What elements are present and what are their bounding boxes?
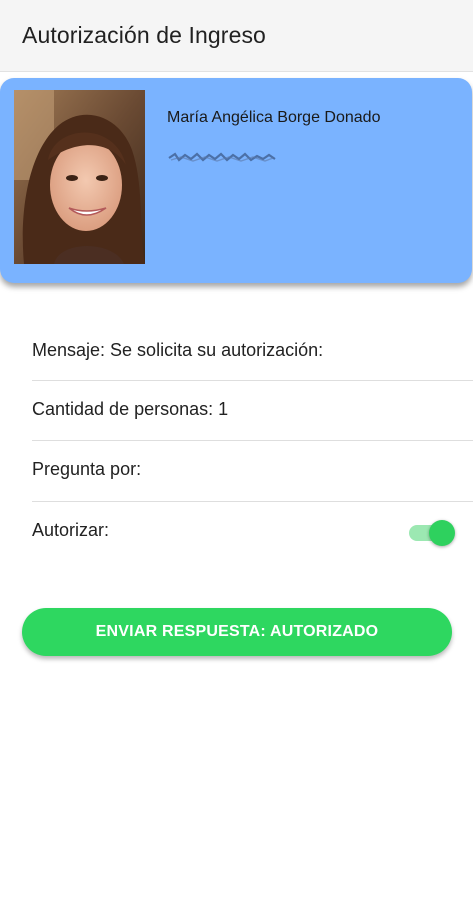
page-title: Autorización de Ingreso	[22, 22, 266, 48]
visitor-photo	[14, 90, 145, 264]
visitor-card: María Angélica Borge Donado	[0, 78, 472, 283]
people-count-label: Cantidad de personas: 1	[32, 399, 229, 419]
people-count-row: Cantidad de personas: 1	[32, 381, 473, 441]
redacted-id	[168, 152, 276, 162]
message-label: Mensaje: Se solicita su autorización:	[32, 340, 324, 360]
toggle-thumb	[429, 520, 455, 546]
ask-for-label: Pregunta por:	[32, 459, 142, 479]
authorize-row: Autorizar:	[32, 502, 473, 562]
app-bar: Autorización de Ingreso	[0, 0, 473, 72]
ask-for-row: Pregunta por:	[32, 441, 473, 501]
visitor-name: María Angélica Borge Donado	[167, 109, 381, 126]
message-row: Mensaje: Se solicita su autorización:	[32, 322, 473, 382]
authorize-toggle[interactable]	[407, 518, 455, 546]
send-response-button[interactable]: ENVIAR RESPUESTA: AUTORIZADO	[22, 608, 452, 656]
authorize-label: Autorizar:	[32, 520, 110, 540]
